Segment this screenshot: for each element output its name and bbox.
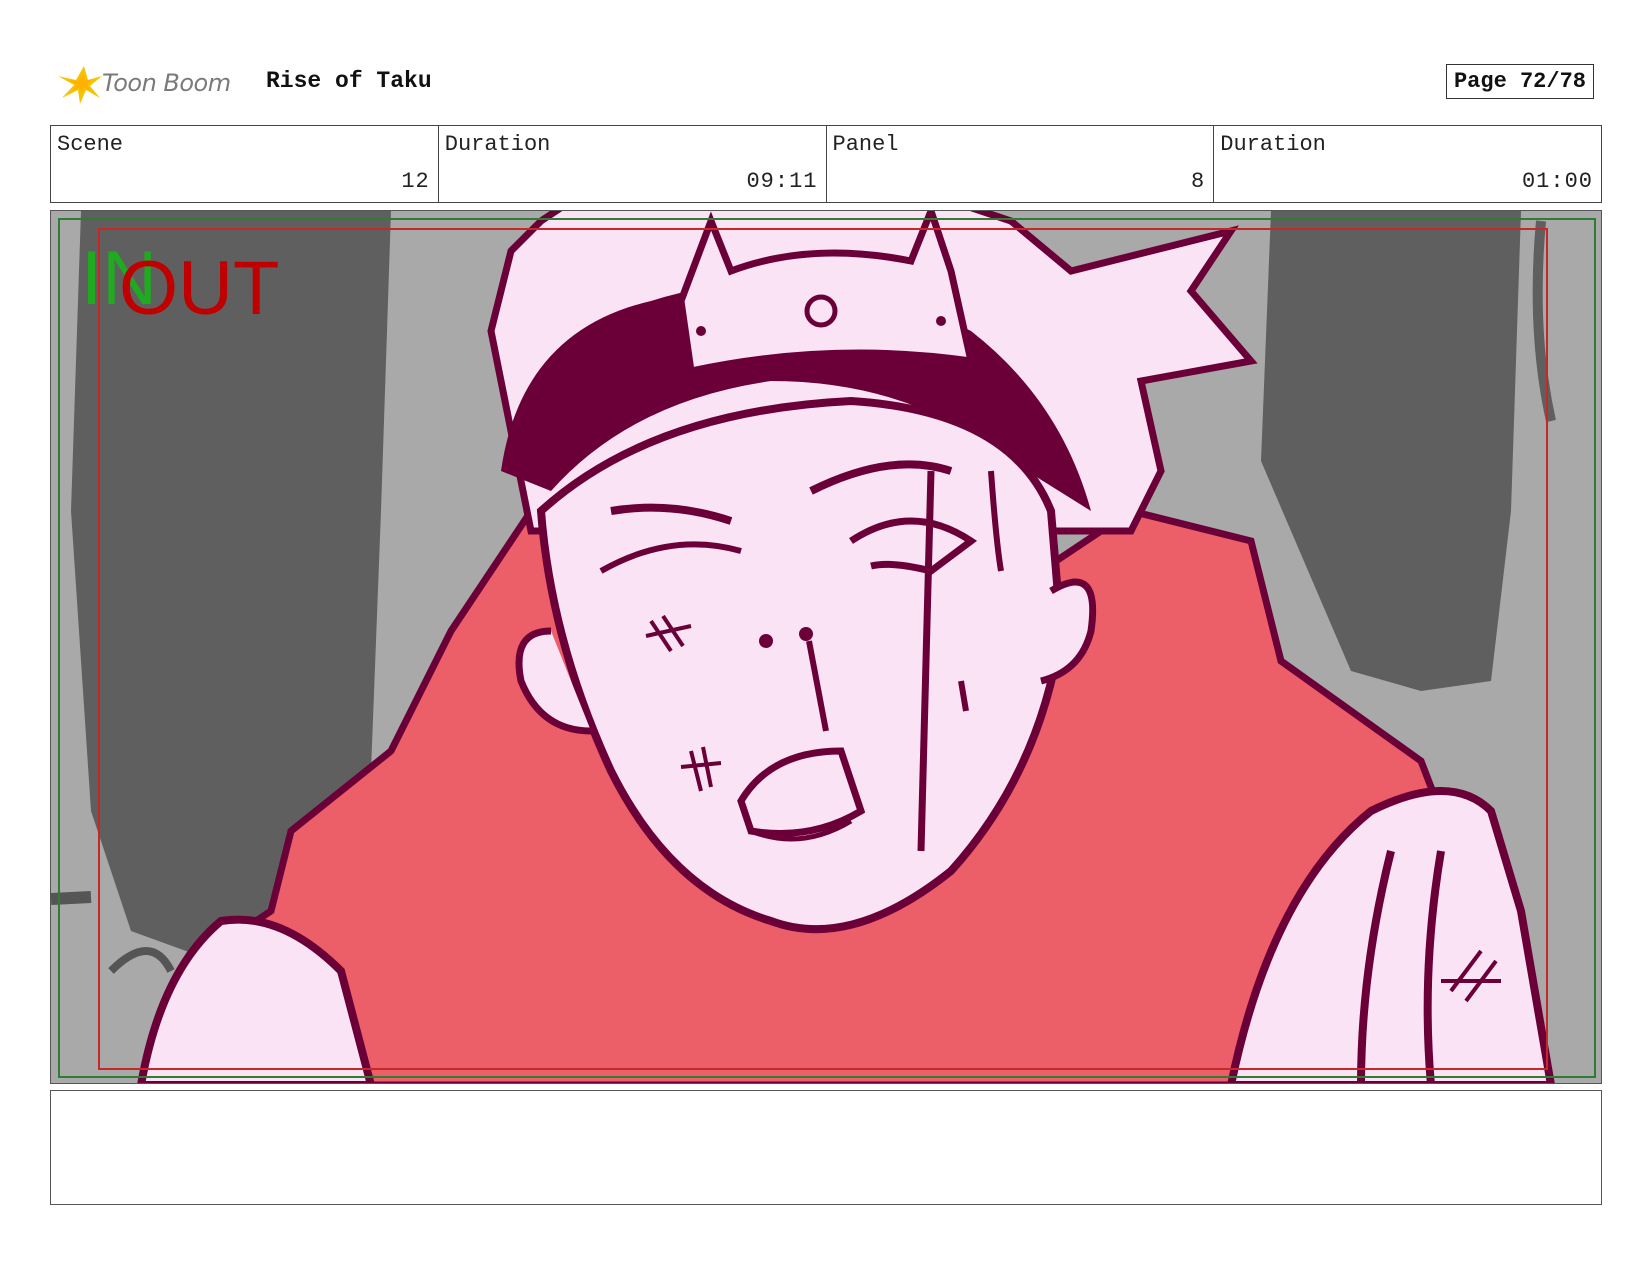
panel-caption-box[interactable] [50, 1090, 1602, 1205]
panel-value: 8 [1191, 169, 1206, 194]
character-sketch [51, 211, 1601, 1083]
storyboard-panel-image: IN OUT [50, 210, 1602, 1084]
brand-name: Toon Boom [102, 69, 231, 97]
scene-duration-value: 09:11 [746, 169, 818, 194]
scene-label: Scene [57, 132, 124, 157]
page-indicator: Page 72/78 [1445, 64, 1594, 99]
scene-duration-label: Duration [444, 132, 551, 157]
scene-cell: Scene 12 [51, 126, 439, 202]
out-marker: OUT [119, 246, 280, 331]
scene-value: 12 [401, 169, 430, 194]
panel-duration-value: 01:00 [1521, 169, 1593, 194]
panel-cell: Panel 8 [827, 126, 1215, 202]
starburst-icon [58, 66, 102, 104]
project-title: Rise of Taku [266, 68, 432, 94]
storyboard-header: Toon Boom Rise of Taku Page 72/78 [54, 58, 1602, 108]
panel-label: Panel [832, 132, 899, 157]
panel-duration-label: Duration [1220, 132, 1326, 157]
toon-boom-logo: Toon Boom [54, 58, 254, 108]
scene-duration-cell: Duration 09:11 [439, 126, 827, 202]
panel-info-table: Scene 12 Duration 09:11 Panel 8 Duration… [50, 125, 1602, 203]
panel-duration-cell: Duration 01:00 [1214, 126, 1601, 202]
